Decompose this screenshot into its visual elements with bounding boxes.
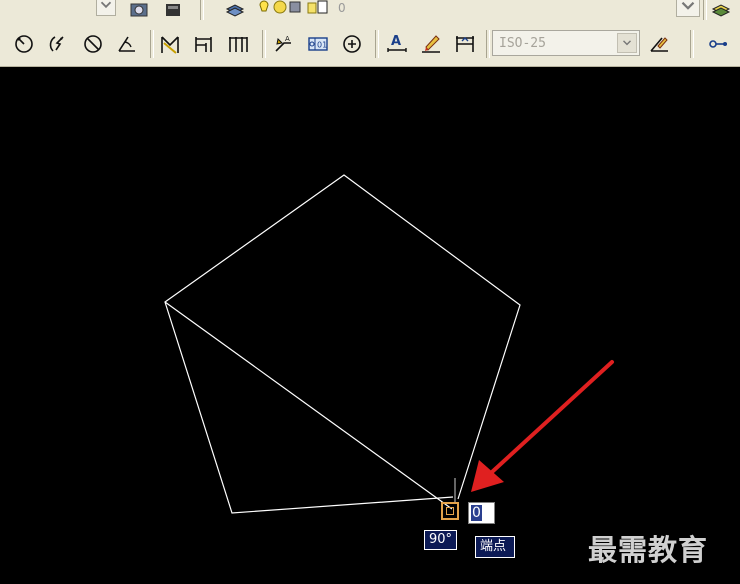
watermark: 最需教育 [588, 533, 709, 567]
annotation-arrow [471, 360, 614, 492]
